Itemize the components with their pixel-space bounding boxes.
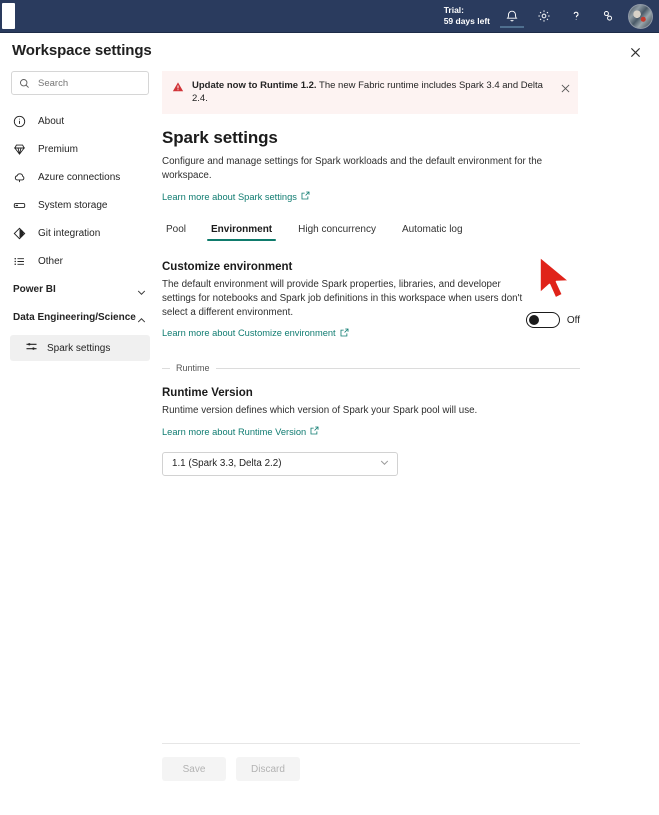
external-link-icon: [340, 328, 349, 339]
top-navigation-bar: Trial: 59 days left: [0, 0, 659, 33]
question-mark-icon[interactable]: [560, 0, 592, 33]
diamond-icon: [13, 143, 30, 156]
runtime-version-section: Runtime Version Runtime version defines …: [162, 387, 659, 476]
bell-underline: [500, 25, 524, 28]
sidebar-item-label: Azure connections: [38, 171, 121, 183]
app-logo: [2, 3, 15, 29]
learn-more-runtime-version-link[interactable]: Learn more about Runtime Version: [162, 426, 319, 437]
tab-high-concurrency[interactable]: High concurrency: [285, 224, 389, 241]
sidebar-group-label: Power BI: [13, 284, 56, 295]
storage-icon: [13, 199, 30, 212]
search-input[interactable]: [36, 76, 141, 90]
sidebar-item-label: Premium: [38, 143, 79, 155]
tab-environment[interactable]: Environment: [198, 224, 285, 241]
customize-environment-section: Customize environment The default enviro…: [162, 261, 659, 342]
bell-icon[interactable]: [496, 0, 528, 33]
sidebar-group-data-engineering[interactable]: Data Engineering/Science: [0, 311, 160, 331]
sidebar-item-label: Spark settings: [47, 342, 111, 354]
divider-right: [215, 367, 580, 369]
chevron-down-icon: [379, 457, 390, 471]
runtime-section-divider: Runtime: [162, 363, 659, 373]
link-label: Learn more about Customize environment: [162, 328, 336, 338]
sidebar-item-label: About: [38, 115, 65, 127]
page-title: Workspace settings: [12, 41, 152, 59]
main-panel: Update now to Runtime 1.2. The new Fabri…: [160, 67, 659, 815]
list-icon: [13, 255, 30, 268]
sidebar-group-power-bi[interactable]: Power BI: [0, 283, 160, 303]
warning-triangle-icon: [172, 80, 184, 98]
customize-environment-description: The default environment will provide Spa…: [162, 278, 523, 318]
banner-message-bold: Update now to Runtime 1.2.: [192, 80, 317, 91]
sliders-icon: [25, 340, 38, 356]
search-box[interactable]: [11, 71, 149, 95]
info-icon: [13, 115, 30, 128]
runtime-version-title: Runtime Version: [162, 387, 253, 399]
trial-days-left: 59 days left: [443, 16, 490, 26]
runtime-legend-label: Runtime: [176, 363, 210, 373]
runtime-version-dropdown[interactable]: 1.1 (Spark 3.3, Delta 2.2): [162, 451, 398, 476]
banner-message: Update now to Runtime 1.2. The new Fabri…: [192, 79, 553, 105]
trial-status: Trial: 59 days left: [444, 5, 496, 27]
sidebar-item-label: Other: [38, 255, 64, 267]
sidebar-item-spark-settings[interactable]: Spark settings: [10, 335, 150, 361]
chevron-up-icon: [136, 311, 147, 331]
learn-more-customize-environment-link[interactable]: Learn more about Customize environment: [162, 328, 349, 339]
close-icon[interactable]: [625, 42, 645, 62]
sidebar-item-other[interactable]: Other: [0, 247, 160, 275]
divider-left: [162, 367, 170, 369]
feedback-icon[interactable]: [592, 0, 624, 33]
toggle-knob: [528, 315, 539, 325]
learn-more-spark-settings-link[interactable]: Learn more about Spark settings: [162, 191, 310, 202]
discard-button[interactable]: Discard: [236, 757, 300, 781]
runtime-version-description: Runtime version defines which version of…: [162, 405, 478, 416]
customize-environment-toggle-group: Off: [525, 312, 580, 328]
customize-environment-toggle[interactable]: [525, 312, 560, 328]
settings-tabs: Pool Environment High concurrency Automa…: [162, 224, 659, 241]
sidebar-group-label: Data Engineering/Science: [13, 312, 136, 323]
save-button[interactable]: Save: [162, 757, 226, 781]
cloud-icon: [13, 171, 30, 184]
settings-sidebar: About Premium Azure connections: [0, 67, 160, 815]
customize-environment-title: Customize environment: [162, 260, 293, 273]
external-link-icon: [310, 426, 319, 437]
settings-body: About Premium Azure connections: [0, 67, 659, 815]
chevron-down-icon: [136, 283, 147, 303]
link-label: Learn more about Spark settings: [162, 191, 297, 202]
sidebar-item-azure-connections[interactable]: Azure connections: [0, 163, 160, 191]
sidebar-item-label: System storage: [38, 199, 108, 211]
link-label: Learn more about Runtime Version: [162, 426, 307, 437]
runtime-update-banner: Update now to Runtime 1.2. The new Fabri…: [162, 71, 578, 114]
spark-settings-content: Spark settings Configure and manage sett…: [160, 128, 659, 476]
runtime-version-selected-value: 1.1 (Spark 3.3, Delta 2.2): [172, 458, 282, 469]
sidebar-item-about[interactable]: About: [0, 107, 160, 135]
section-title: Spark settings: [162, 128, 278, 147]
action-footer: Save Discard: [162, 743, 580, 781]
toggle-state-label: Off: [566, 314, 580, 326]
sidebar-item-premium[interactable]: Premium: [0, 135, 160, 163]
sidebar-item-git-integration[interactable]: Git integration: [0, 219, 160, 247]
topbar-actions: Trial: 59 days left: [444, 0, 659, 33]
section-description: Configure and manage settings for Spark …: [162, 156, 543, 181]
trial-label: Trial:: [443, 5, 464, 15]
gear-icon[interactable]: [528, 0, 560, 33]
tab-automatic-log[interactable]: Automatic log: [389, 224, 476, 241]
page-header: Workspace settings: [0, 33, 659, 67]
tab-pool[interactable]: Pool: [162, 224, 198, 241]
sidebar-item-label: Git integration: [38, 227, 101, 239]
banner-close-icon[interactable]: [561, 80, 570, 98]
search-icon: [20, 78, 29, 88]
sidebar-item-system-storage[interactable]: System storage: [0, 191, 160, 219]
git-icon: [13, 227, 30, 240]
avatar[interactable]: [628, 3, 653, 29]
external-link-icon: [301, 191, 310, 202]
